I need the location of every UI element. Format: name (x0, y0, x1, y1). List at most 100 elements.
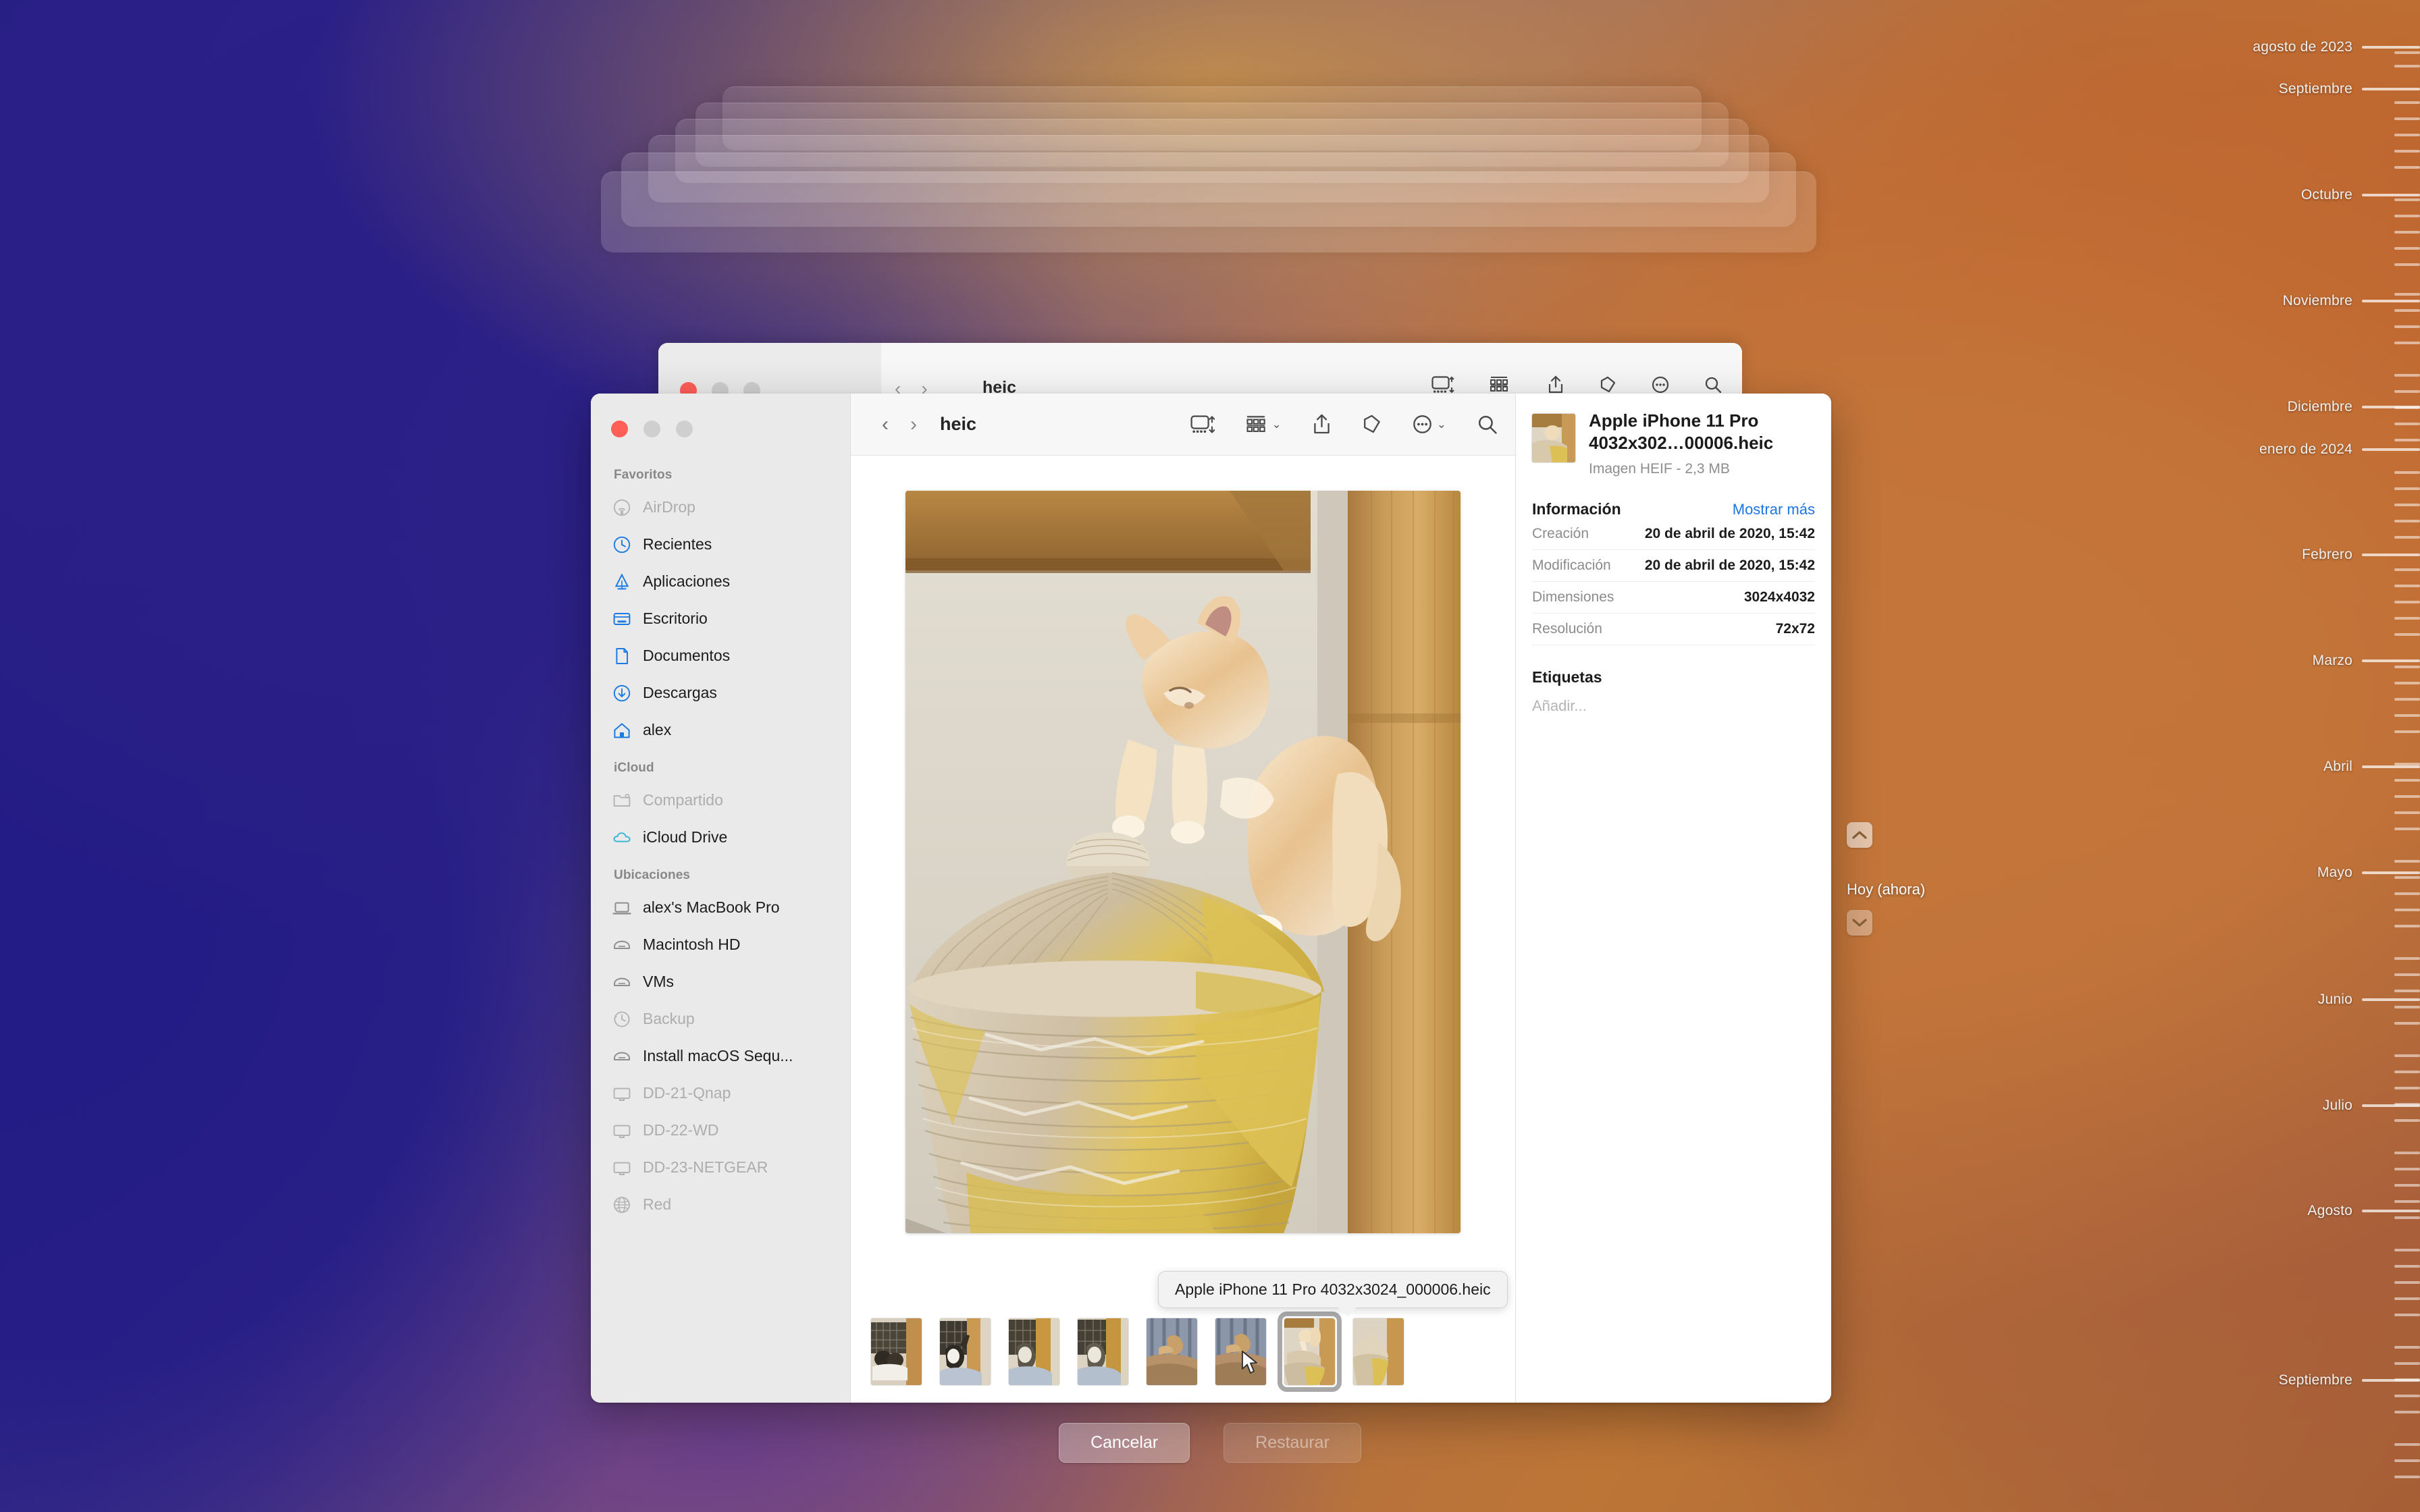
sidebar-item-alex[interactable]: alex (591, 711, 850, 749)
timeline-tick-minor-row[interactable] (2394, 957, 2420, 960)
timeline-tick-minor-row[interactable] (2394, 65, 2420, 68)
thumbnail[interactable] (1078, 1318, 1128, 1385)
timeline-tick-minor-row[interactable] (2394, 439, 2420, 441)
timeline-tick-minor-row[interactable] (2394, 973, 2420, 976)
thumbnail[interactable] (940, 1318, 991, 1385)
thumbnail-strip[interactable] (851, 1300, 1515, 1403)
timeline-tick-minor-row[interactable] (2394, 1281, 2420, 1284)
show-more-link[interactable]: Mostrar más (1733, 501, 1815, 518)
tag-button[interactable] (1362, 414, 1382, 434)
timeline-tick-minor-row[interactable] (2394, 811, 2420, 814)
timeline-tick-minor-row[interactable] (2394, 1054, 2420, 1057)
sidebar-item-aplicaciones[interactable]: Aplicaciones (591, 563, 850, 600)
timeline-tick-minor-row[interactable] (2394, 1119, 2420, 1122)
minimize-button[interactable] (643, 421, 660, 437)
timeline-tick-minor-row[interactable] (2394, 1006, 2420, 1008)
sidebar-item-red[interactable]: Red (591, 1186, 850, 1223)
cancel-button[interactable]: Cancelar (1059, 1423, 1190, 1463)
timeline-tick-minor-row[interactable] (2394, 166, 2420, 169)
timeline-tick-minor-row[interactable] (2394, 779, 2420, 782)
timeline-tick-minor-row[interactable] (2394, 1378, 2420, 1381)
sidebar-item-dd-21-qnap[interactable]: DD-21-Qnap (591, 1075, 850, 1112)
timeline-tick-minor-row[interactable] (2394, 374, 2420, 377)
timeline-tick-minor-row[interactable] (2394, 1476, 2420, 1478)
timeline-tick-minor-row[interactable] (2394, 536, 2420, 539)
timeline-tick-minor-row[interactable] (2394, 231, 2420, 234)
tag-icon[interactable] (1599, 376, 1616, 394)
back-button[interactable]: ‹ (871, 413, 899, 436)
timeline-tick-minor-row[interactable] (2394, 763, 2420, 765)
timeline-month-marker[interactable]: enero de 2024 (2259, 441, 2420, 458)
timeline-tick-minor-row[interactable] (2394, 1265, 2420, 1268)
timeline-tick-minor-row[interactable] (2394, 134, 2420, 136)
timeline-tick-minor-row[interactable] (2394, 876, 2420, 879)
timeline-tick-minor-row[interactable] (2394, 601, 2420, 603)
timeline-tick-minor-row[interactable] (2394, 325, 2420, 328)
timeline-tick-minor-row[interactable] (2394, 795, 2420, 798)
timeline-tick-minor-row[interactable] (2394, 1249, 2420, 1251)
grid-icon[interactable] (1490, 376, 1512, 394)
timeline-tick-minor-row[interactable] (2394, 1362, 2420, 1365)
timeline-tick-minor-row[interactable] (2394, 617, 2420, 620)
timeline-tick-minor-row[interactable] (2394, 504, 2420, 506)
timeline-tick-minor-row[interactable] (2394, 263, 2420, 266)
sidebar-item-dd-22-wd[interactable]: DD-22-WD (591, 1112, 850, 1149)
timeline-tick-minor-row[interactable] (2394, 1152, 2420, 1154)
timeline-tick-minor-row[interactable] (2394, 150, 2420, 153)
timeline-tick-minor-row[interactable] (2394, 1346, 2420, 1349)
timeline-tick-minor-row[interactable] (2394, 1200, 2420, 1203)
timeline-tick-minor-row[interactable] (2394, 342, 2420, 344)
timeline-month-marker[interactable]: Abril (2323, 759, 2420, 775)
timeline-tick-minor-row[interactable] (2394, 714, 2420, 717)
timeline-tick-minor-row[interactable] (2394, 423, 2420, 425)
timeline-tick-minor-row[interactable] (2394, 406, 2420, 409)
timeline-tick-minor-row[interactable] (2394, 1395, 2420, 1397)
timeline-month-marker[interactable]: Febrero (2302, 547, 2420, 563)
timeline-tick-minor-row[interactable] (2394, 990, 2420, 992)
timeline-tick-minor-row[interactable] (2394, 633, 2420, 636)
search-button[interactable] (1477, 414, 1498, 435)
thumbnail[interactable] (1147, 1318, 1197, 1385)
forward-button[interactable]: › (899, 413, 928, 436)
timeline-tick-minor-row[interactable] (2394, 1216, 2420, 1219)
sidebar-item-escritorio[interactable]: Escritorio (591, 600, 850, 637)
finder-sidebar[interactable]: Favoritos AirDrop Recientes Aplicaciones Esc… (591, 394, 851, 1403)
timeline-month-marker[interactable]: Septiembre (2279, 81, 2420, 97)
tags-add-field[interactable]: Añadir... (1532, 697, 1815, 715)
timeline-prev-button[interactable] (1847, 822, 1872, 848)
timeline-tick-minor-row[interactable] (2394, 909, 2420, 911)
timeline-tick-minor-row[interactable] (2394, 698, 2420, 701)
timeline-scale[interactable]: agosto de 2023 Septiembre Octubre Noviembre… (2204, 0, 2420, 1512)
timeline-tick-minor-row[interactable] (2394, 1297, 2420, 1300)
timeline-tick-minor-row[interactable] (2394, 860, 2420, 863)
timeline-tick-minor-row[interactable] (2394, 51, 2420, 54)
sidebar-item-install-macos-sequ[interactable]: Install macOS Sequ... (591, 1037, 850, 1075)
timeline-tick-minor-row[interactable] (2394, 730, 2420, 733)
finder-restore-window[interactable]: Favoritos AirDrop Recientes Aplicaciones Esc… (591, 394, 1831, 1403)
share-button[interactable] (1313, 414, 1331, 435)
timeline-tick-minor-row[interactable] (2394, 101, 2420, 104)
timeline-tick-minor-row[interactable] (2394, 215, 2420, 217)
timeline-tick-minor-row[interactable] (2394, 585, 2420, 587)
timeline-tick-minor-row[interactable] (2394, 390, 2420, 393)
timeline-tick-minor-row[interactable] (2394, 1071, 2420, 1073)
timeline-tick-minor-row[interactable] (2394, 1087, 2420, 1089)
sidebar-item-icloud-drive[interactable]: iCloud Drive (591, 819, 850, 856)
timeline-tick-minor-row[interactable] (2394, 293, 2420, 296)
sidebar-item-recientes[interactable]: Recientes (591, 526, 850, 563)
thumbnail[interactable] (1009, 1318, 1059, 1385)
timeline-tick-minor-row[interactable] (2394, 1411, 2420, 1413)
thumbnail[interactable] (871, 1318, 922, 1385)
view-mode-button[interactable] (1190, 414, 1215, 434)
gallery-view-icon[interactable] (1431, 376, 1454, 394)
timeline-tick-minor-row[interactable] (2394, 487, 2420, 490)
sidebar-item-descargas[interactable]: Descargas (591, 674, 850, 711)
timeline-tick-minor-row[interactable] (2394, 828, 2420, 830)
timeline-tick-minor-row[interactable] (2394, 1168, 2420, 1170)
more-actions-button[interactable]: ⌄ (1413, 414, 1446, 434)
close-button[interactable] (611, 421, 628, 437)
timeline-tick-minor-row[interactable] (2394, 568, 2420, 571)
sidebar-item-compartido[interactable]: Compartido (591, 782, 850, 819)
timeline-tick-minor-row[interactable] (2394, 925, 2420, 927)
timeline-tick-minor-row[interactable] (2394, 117, 2420, 120)
